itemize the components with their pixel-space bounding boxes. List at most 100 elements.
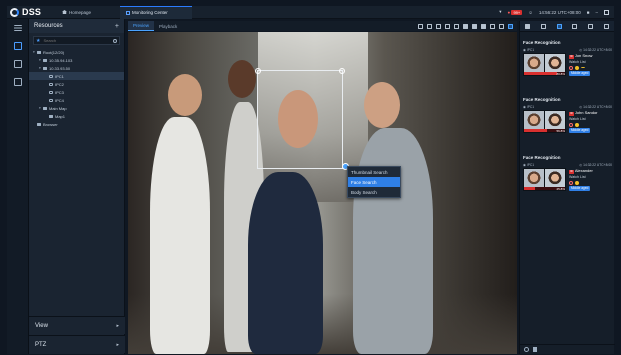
resize-handle[interactable] bbox=[339, 68, 345, 74]
settings-icon[interactable] bbox=[603, 23, 609, 29]
resources-panel: Resources + ★ ▾Root(12/20)▾10.35.94.103▾… bbox=[29, 19, 125, 354]
gender-icon bbox=[569, 181, 573, 186]
rail-layout[interactable] bbox=[7, 55, 29, 73]
similarity-text: 25.8% bbox=[556, 187, 565, 191]
tab-preview[interactable]: Preview bbox=[128, 21, 155, 31]
list-icon[interactable] bbox=[540, 23, 546, 29]
card-body: 25.8% ID Alexander Watch List Middle aged bbox=[523, 168, 612, 192]
menu-button[interactable] bbox=[7, 19, 29, 37]
person-head bbox=[228, 60, 256, 98]
similarity-text: 56.8% bbox=[556, 129, 565, 133]
stream-icon[interactable] bbox=[436, 23, 441, 29]
lock-icon[interactable]: ■ bbox=[587, 10, 590, 15]
camera-icon bbox=[49, 74, 53, 78]
clock-icon: ◴ bbox=[579, 105, 583, 109]
similarity-fill bbox=[524, 187, 535, 190]
face-recognition-card[interactable]: Face Recognition ◉ IPC1 ◴ 14:32:22 UTC+8:0… bbox=[523, 97, 612, 134]
search-input[interactable] bbox=[43, 38, 113, 43]
expression-icon bbox=[575, 181, 579, 186]
tree-node[interactable]: IPC4 bbox=[29, 96, 124, 104]
face-detection-box[interactable] bbox=[255, 68, 345, 169]
tree-node[interactable]: Browser bbox=[29, 120, 124, 128]
add-icon[interactable]: + bbox=[115, 23, 119, 30]
live-video-window[interactable]: Thumbnail Search Face Search Body Search bbox=[128, 32, 517, 354]
ptz-section[interactable]: PTZ ▸ bbox=[29, 335, 125, 353]
resize-handle[interactable] bbox=[255, 68, 261, 74]
expression-icon bbox=[575, 123, 579, 128]
alarm-icon: ● bbox=[507, 9, 511, 15]
rail-favorites[interactable] bbox=[7, 73, 29, 91]
alarm-count-badge: 99+ bbox=[511, 9, 523, 15]
snapshot-icon[interactable] bbox=[418, 23, 423, 29]
person-head bbox=[364, 82, 400, 128]
tree-node[interactable]: Map1 bbox=[29, 112, 124, 120]
fullscreen-icon[interactable] bbox=[499, 23, 504, 29]
menu-item-thumbnail-search[interactable]: Thumbnail Search bbox=[348, 167, 400, 177]
person-icon[interactable] bbox=[587, 23, 593, 29]
face-thumbnails[interactable]: 56.8% bbox=[523, 110, 566, 133]
watchlist-tag-icon: ID bbox=[569, 54, 574, 59]
camera-icon[interactable] bbox=[427, 23, 432, 29]
device-tree: ▾ Root(12/20) ▾ 10.35.94.103 ▾ 10.33.93.50 IPC… bbox=[29, 48, 124, 128]
custom-layout-icon[interactable] bbox=[490, 23, 495, 29]
browser-icon bbox=[37, 122, 41, 126]
face-recognition-icon[interactable] bbox=[556, 23, 562, 29]
tree-node[interactable]: IPC1 bbox=[29, 72, 124, 80]
tree-node[interactable]: IPC3 bbox=[29, 88, 124, 96]
time-label: ◴ 14:32:22 UTC+8:00 bbox=[579, 163, 612, 167]
minimize-icon[interactable]: – bbox=[595, 10, 598, 15]
layout-9-icon[interactable] bbox=[472, 23, 477, 29]
menu-item-body-search[interactable]: Body Search bbox=[348, 187, 400, 197]
star-icon[interactable]: ★ bbox=[36, 38, 40, 44]
match-info: ID Alexander Watch List Middle aged bbox=[566, 168, 593, 192]
chevron-right-icon: ▸ bbox=[116, 322, 119, 329]
hamburger-icon bbox=[14, 25, 22, 31]
rail-live-view[interactable] bbox=[7, 37, 29, 55]
menu-item-face-search[interactable]: Face Search bbox=[348, 177, 400, 187]
card-title: Face Recognition bbox=[523, 40, 561, 45]
device-icon bbox=[43, 66, 47, 70]
tree-node-label: IPC2 bbox=[55, 81, 64, 87]
window-icon[interactable] bbox=[454, 23, 459, 29]
bell-icon[interactable]: ▾ bbox=[499, 9, 501, 15]
maximize-icon[interactable] bbox=[604, 9, 609, 15]
app-name: DSS bbox=[22, 7, 42, 17]
layout-4-icon[interactable] bbox=[463, 23, 468, 29]
user-icon[interactable]: ☺ bbox=[528, 10, 533, 15]
home-icon bbox=[62, 10, 67, 14]
card-title: Face Recognition bbox=[523, 155, 561, 160]
tree-node[interactable]: ▾ Main Map bbox=[29, 104, 124, 112]
tree-node[interactable]: ▾ 10.35.94.103 bbox=[29, 56, 124, 64]
view-section[interactable]: View ▸ bbox=[29, 316, 125, 334]
face-recognition-card[interactable]: Face Recognition ◉ IPC1 ◴ 14:32:22 UTC+8:0… bbox=[523, 40, 612, 77]
clock-icon[interactable] bbox=[524, 347, 529, 352]
camera-icon: ◉ bbox=[523, 105, 526, 109]
grid-icon[interactable] bbox=[525, 23, 531, 29]
layout-16-icon[interactable] bbox=[481, 23, 486, 29]
alarm-indicator[interactable]: ● 99+ bbox=[507, 9, 523, 15]
tree-node[interactable]: ▾ Root(12/20) bbox=[29, 48, 124, 56]
face-thumbnails[interactable]: 25.8% bbox=[523, 168, 566, 191]
app-logo: DSS bbox=[10, 7, 62, 17]
active-window-icon[interactable] bbox=[508, 23, 513, 29]
view-label: View bbox=[35, 322, 48, 329]
face-recognition-card[interactable]: Face Recognition ◉ IPC1 ◴ 14:32:22 UTC+8:0… bbox=[523, 155, 612, 192]
tab-playback[interactable]: Playback bbox=[154, 21, 182, 31]
age-badge: Middle aged bbox=[569, 128, 591, 134]
tree-node[interactable]: IPC2 bbox=[29, 80, 124, 88]
time-text: 14:32:22 UTC+8:00 bbox=[583, 48, 612, 52]
search-icon[interactable] bbox=[113, 38, 117, 43]
settings-icon[interactable] bbox=[445, 23, 450, 29]
tree-node-label: IPC3 bbox=[55, 89, 64, 95]
event-panel-footer bbox=[520, 344, 615, 354]
tab-monitoring-center[interactable]: Monitoring Center bbox=[120, 5, 192, 19]
left-icon-rail bbox=[7, 19, 29, 354]
tree-node[interactable]: ▾ 10.33.93.50 bbox=[29, 64, 124, 72]
camera-icon bbox=[49, 82, 53, 86]
match-info: ID John Sandor Watch List Middle aged bbox=[566, 110, 598, 134]
camera-icon: ◉ bbox=[523, 48, 526, 52]
face-thumbnails[interactable]: 80.8% bbox=[523, 53, 566, 76]
vehicle-icon[interactable] bbox=[572, 23, 578, 29]
delete-icon[interactable] bbox=[533, 347, 537, 352]
tab-homepage[interactable]: Homepage bbox=[62, 10, 120, 15]
